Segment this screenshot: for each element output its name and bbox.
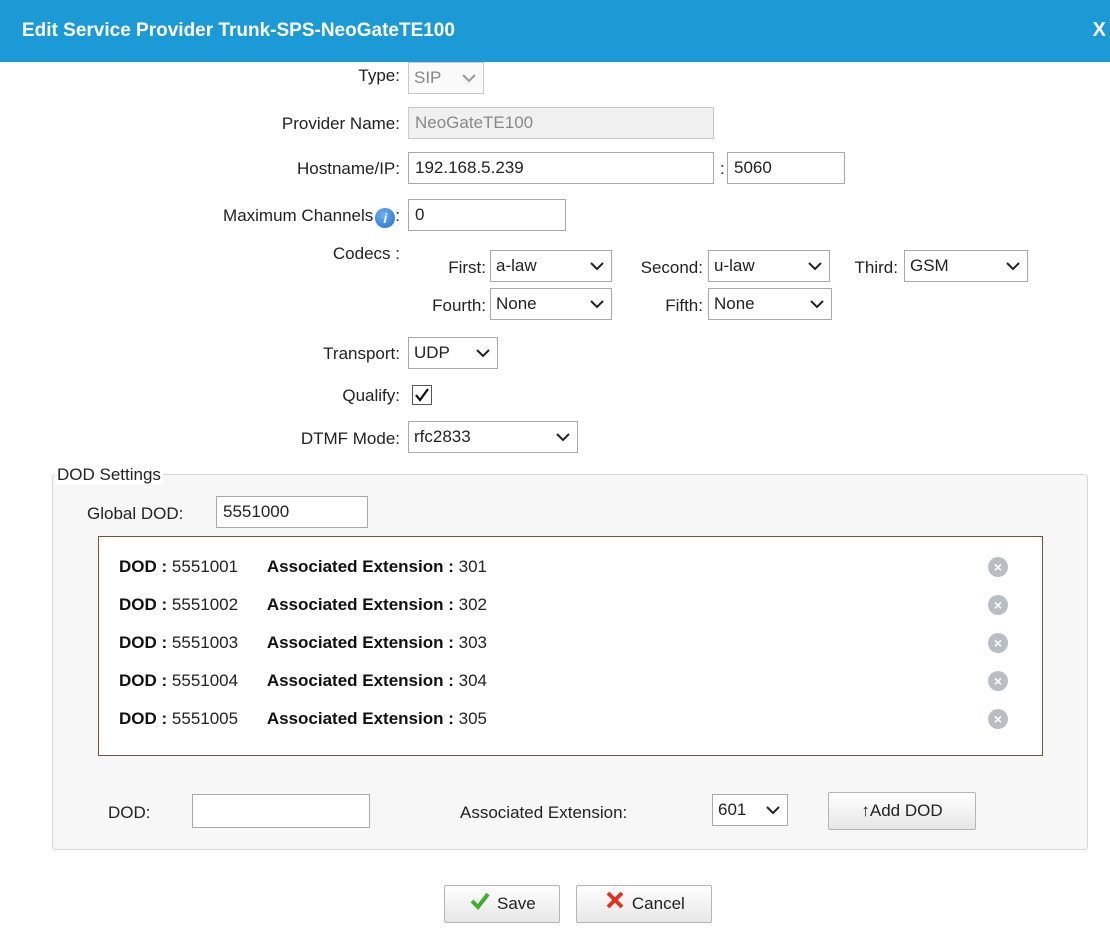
checkmark-icon [468,887,492,923]
dtmf-mode-value: rfc2833 [414,427,471,446]
chevron-down-icon [808,262,822,271]
dtmf-mode-label: DTMF Mode: [300,429,400,448]
codec-fifth-label: Fifth: [665,296,703,315]
codec-fifth-select[interactable]: None [708,288,832,320]
type-value: SIP [414,68,442,87]
ext-key: Associated Extension : [266,709,454,728]
type-select[interactable]: SIP [408,62,484,94]
chevron-down-icon [810,300,824,309]
remove-icon[interactable]: × [988,671,1008,691]
dod-key: DOD : [119,595,168,614]
cancel-label: Cancel [631,894,685,913]
ext-value: 305 [458,709,487,728]
chevron-down-icon [556,433,570,442]
provider-name-field[interactable]: NeoGateTE100 [408,107,714,139]
hostname-field[interactable]: 192.168.5.239 [408,152,714,184]
max-channels-colon: : [395,206,400,225]
codec-fifth-value: None [714,294,755,313]
transport-label: Transport: [323,344,400,363]
dod-value: 5551002 [171,595,239,614]
codec-first-select[interactable]: a-law [490,250,612,282]
max-channels-field[interactable]: 0 [408,199,566,231]
ext-value: 303 [458,633,487,652]
checkmark-icon [415,388,429,402]
chevron-down-icon [462,74,476,83]
global-dod-label: Global DOD: [87,504,184,523]
chevron-down-icon [590,262,604,271]
dialog-title-bar: Edit Service Provider Trunk-SPS-NeoGateT… [0,0,1110,62]
dod-key: DOD : [119,671,168,690]
qualify-label: Qualify: [342,386,400,405]
transport-value: UDP [414,343,450,362]
ext-key: Associated Extension : [266,633,454,652]
cancel-button[interactable]: Cancel [576,885,712,923]
remove-icon[interactable]: × [988,709,1008,729]
dod-key: DOD : [119,557,168,576]
codec-first-label: First: [448,258,486,277]
transport-select[interactable]: UDP [408,337,498,369]
port-field[interactable]: 5060 [727,152,845,184]
codec-third-select[interactable]: GSM [904,250,1028,282]
ext-value: 302 [458,595,487,614]
close-button[interactable]: X [1093,19,1106,42]
dialog-title: Edit Service Provider Trunk-SPS-NeoGateT… [22,20,455,41]
ext-key: Associated Extension : [266,595,454,614]
list-item: DOD : 5551002 Associated Extension : 302 [119,595,487,619]
codec-second-label: Second: [640,258,703,277]
max-channels-label: Maximum Channels [223,206,374,225]
chevron-down-icon [476,349,490,358]
add-dod-button[interactable]: ↑Add DOD [828,792,976,830]
list-item: DOD : 5551003 Associated Extension : 303 [119,633,487,657]
assoc-ext-label: Associated Extension: [460,803,628,822]
new-dod-label: DOD: [108,803,151,822]
type-label: Type: [358,66,400,85]
codec-fourth-select[interactable]: None [490,288,612,320]
provider-name-label: Provider Name: [281,114,400,133]
codec-second-value: u-law [714,256,755,275]
qualify-checkbox[interactable] [412,385,432,405]
codec-first-value: a-law [496,256,537,275]
save-label: Save [496,894,536,913]
dod-list: DOD : 5551001 Associated Extension : 301… [98,536,1043,756]
ext-key: Associated Extension : [266,671,454,690]
remove-icon[interactable]: × [988,557,1008,577]
dod-key: DOD : [119,633,168,652]
max-channels-label-group: Maximum Channels i: [223,206,400,228]
chevron-down-icon [590,300,604,309]
list-item: DOD : 5551001 Associated Extension : 301 [119,557,487,581]
info-icon[interactable]: i [375,208,396,228]
chevron-down-icon [766,806,780,815]
codecs-label: Codecs : [332,244,400,263]
save-button[interactable]: Save [444,885,560,923]
new-dod-field[interactable] [192,794,370,828]
codec-second-select[interactable]: u-law [708,250,830,282]
ext-key: Associated Extension : [266,557,454,576]
dod-value: 5551003 [171,633,239,652]
hostname-label: Hostname/IP: [297,159,400,178]
remove-icon[interactable]: × [988,633,1008,653]
codec-third-label: Third: [854,258,898,277]
codec-third-value: GSM [910,256,949,275]
dod-key: DOD : [119,709,168,728]
port-separator: : [720,159,725,178]
ext-value: 304 [458,671,487,690]
codec-fourth-label: Fourth: [432,296,486,315]
chevron-down-icon [1006,262,1020,271]
assoc-ext-value: 601 [718,800,747,819]
list-item: DOD : 5551005 Associated Extension : 305 [119,709,487,733]
remove-icon[interactable]: × [988,595,1008,615]
assoc-ext-select[interactable]: 601 [712,794,788,826]
global-dod-field[interactable]: 5551000 [216,496,368,528]
dod-value: 5551005 [171,709,239,728]
dtmf-mode-select[interactable]: rfc2833 [408,421,578,453]
codec-fourth-value: None [496,294,537,313]
ext-value: 301 [458,557,487,576]
dod-settings-legend: DOD Settings [55,465,163,485]
list-item: DOD : 5551004 Associated Extension : 304 [119,671,487,695]
dod-value: 5551004 [171,671,239,690]
close-icon [603,887,627,923]
dod-value: 5551001 [171,557,239,576]
